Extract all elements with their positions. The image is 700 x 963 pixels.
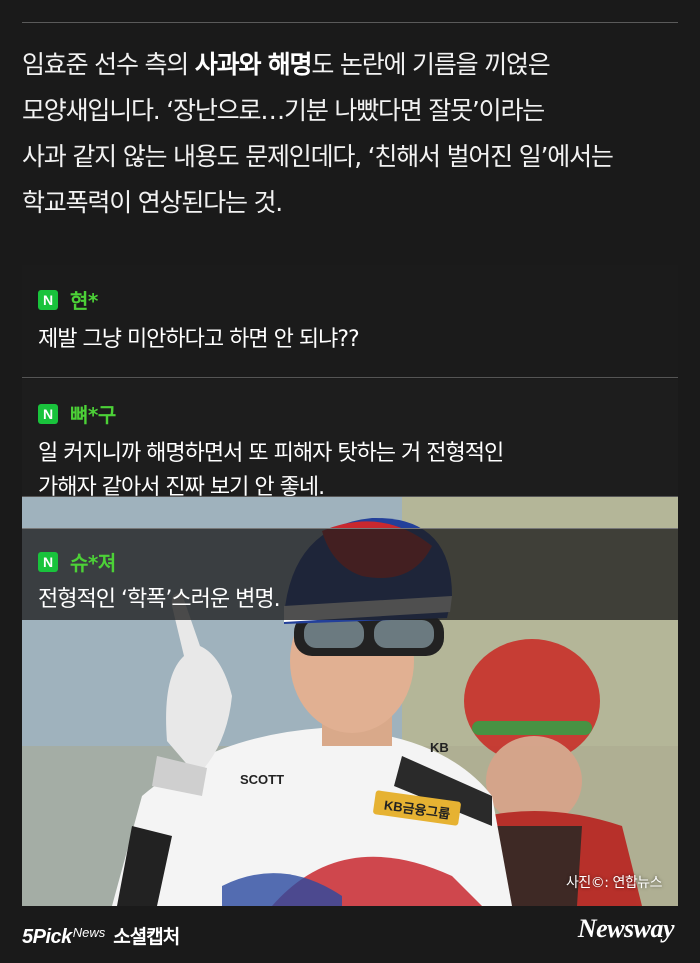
naver-n-icon: N xyxy=(38,289,58,310)
comment-username: 슈*져 xyxy=(70,551,116,575)
kb-text: KB xyxy=(430,740,449,755)
jersey-brand-text: SCOTT xyxy=(240,772,284,787)
comment-card: N 슈*져 전형적인 ‘학폭’스러운 변명. xyxy=(22,528,678,620)
comment-card: N 현* 제발 그냥 미안하다고 하면 안 되냐?? xyxy=(22,265,678,378)
intro-line-2: 모양새입니다. ‘장난으로…기분 나빴다면 잘못’이라는 xyxy=(22,96,545,125)
brand-caption: 소셜캡처 xyxy=(113,927,180,948)
series-brand-logo: 5Pick News 소셜캡처 xyxy=(22,922,180,949)
intro-line-3: 사과 같지 않는 내용도 문제인데다, ‘친해서 벌어진 일’에서는 xyxy=(22,142,614,171)
comment-text: 제발 그냥 미안하다고 하면 안 되냐?? xyxy=(38,323,658,357)
brand-5pick: 5Pick xyxy=(22,926,72,948)
naver-n-icon: N xyxy=(38,551,58,572)
comment-username: 현* xyxy=(70,289,98,313)
publisher-logo[interactable]: Newsway xyxy=(578,914,675,944)
comment-username: 뼈*구 xyxy=(70,403,116,427)
intro-line-4: 학교폭력이 연상된다는 것. xyxy=(22,188,283,217)
intro-emphasis: 사과와 해명 xyxy=(194,50,313,79)
comment-header: N 뼈*구 xyxy=(38,399,116,428)
intro-paragraph: 임효준 선수 측의 사과와 해명도 논란에 기름을 끼얹은 모양새입니다. ‘장… xyxy=(22,42,682,226)
comment-line: 전형적인 ‘학폭’스러운 변명. xyxy=(38,587,281,612)
comment-header: N 현* xyxy=(38,285,98,314)
intro-line-1: 임효준 선수 측의 사과와 해명도 논란에 기름을 끼얹은 xyxy=(22,50,551,79)
comment-header: N 슈*져 xyxy=(38,547,116,576)
comment-card: N 뼈*구 일 커지니까 해명하면서 또 피해자 탓하는 거 전형적인 가해자 … xyxy=(22,379,678,500)
comment-line: 가해자 같아서 진짜 보기 안 좋네. xyxy=(38,475,325,500)
top-divider xyxy=(22,22,678,23)
comment-line: 일 커지니까 해명하면서 또 피해자 탓하는 거 전형적인 xyxy=(38,441,504,466)
comment-line: 제발 그냥 미안하다고 하면 안 되냐?? xyxy=(38,327,360,352)
comment-text: 전형적인 ‘학폭’스러운 변명. xyxy=(38,583,658,617)
brand-news: News xyxy=(72,925,106,940)
naver-n-icon: N xyxy=(38,403,58,424)
comment-text: 일 커지니까 해명하면서 또 피해자 탓하는 거 전형적인 가해자 같아서 진짜… xyxy=(38,437,658,505)
photo-credit: 사진©: 연합뉴스 xyxy=(566,875,662,891)
